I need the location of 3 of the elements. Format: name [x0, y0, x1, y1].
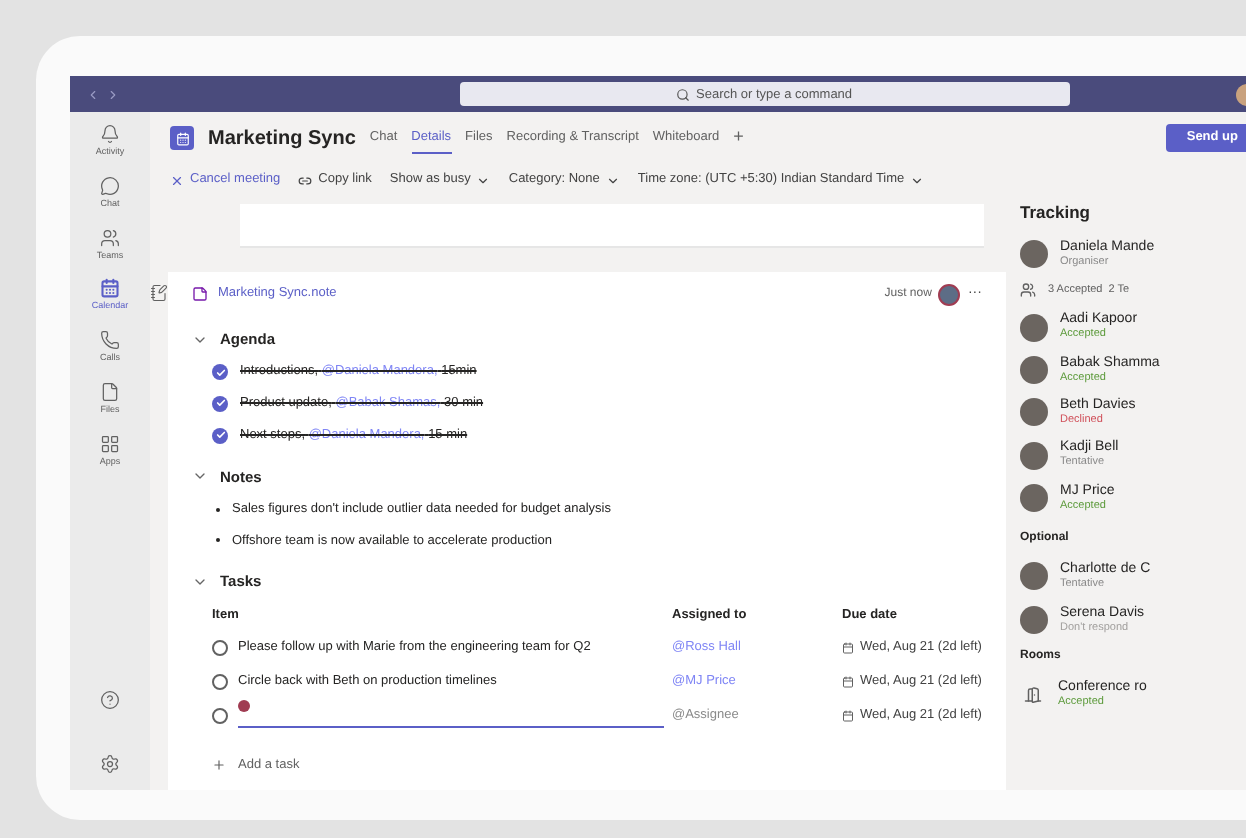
tracking-title: Tracking: [1020, 200, 1092, 226]
meeting-title: Marketing Sync: [208, 125, 356, 153]
add-tab-button[interactable]: +: [733, 124, 744, 152]
